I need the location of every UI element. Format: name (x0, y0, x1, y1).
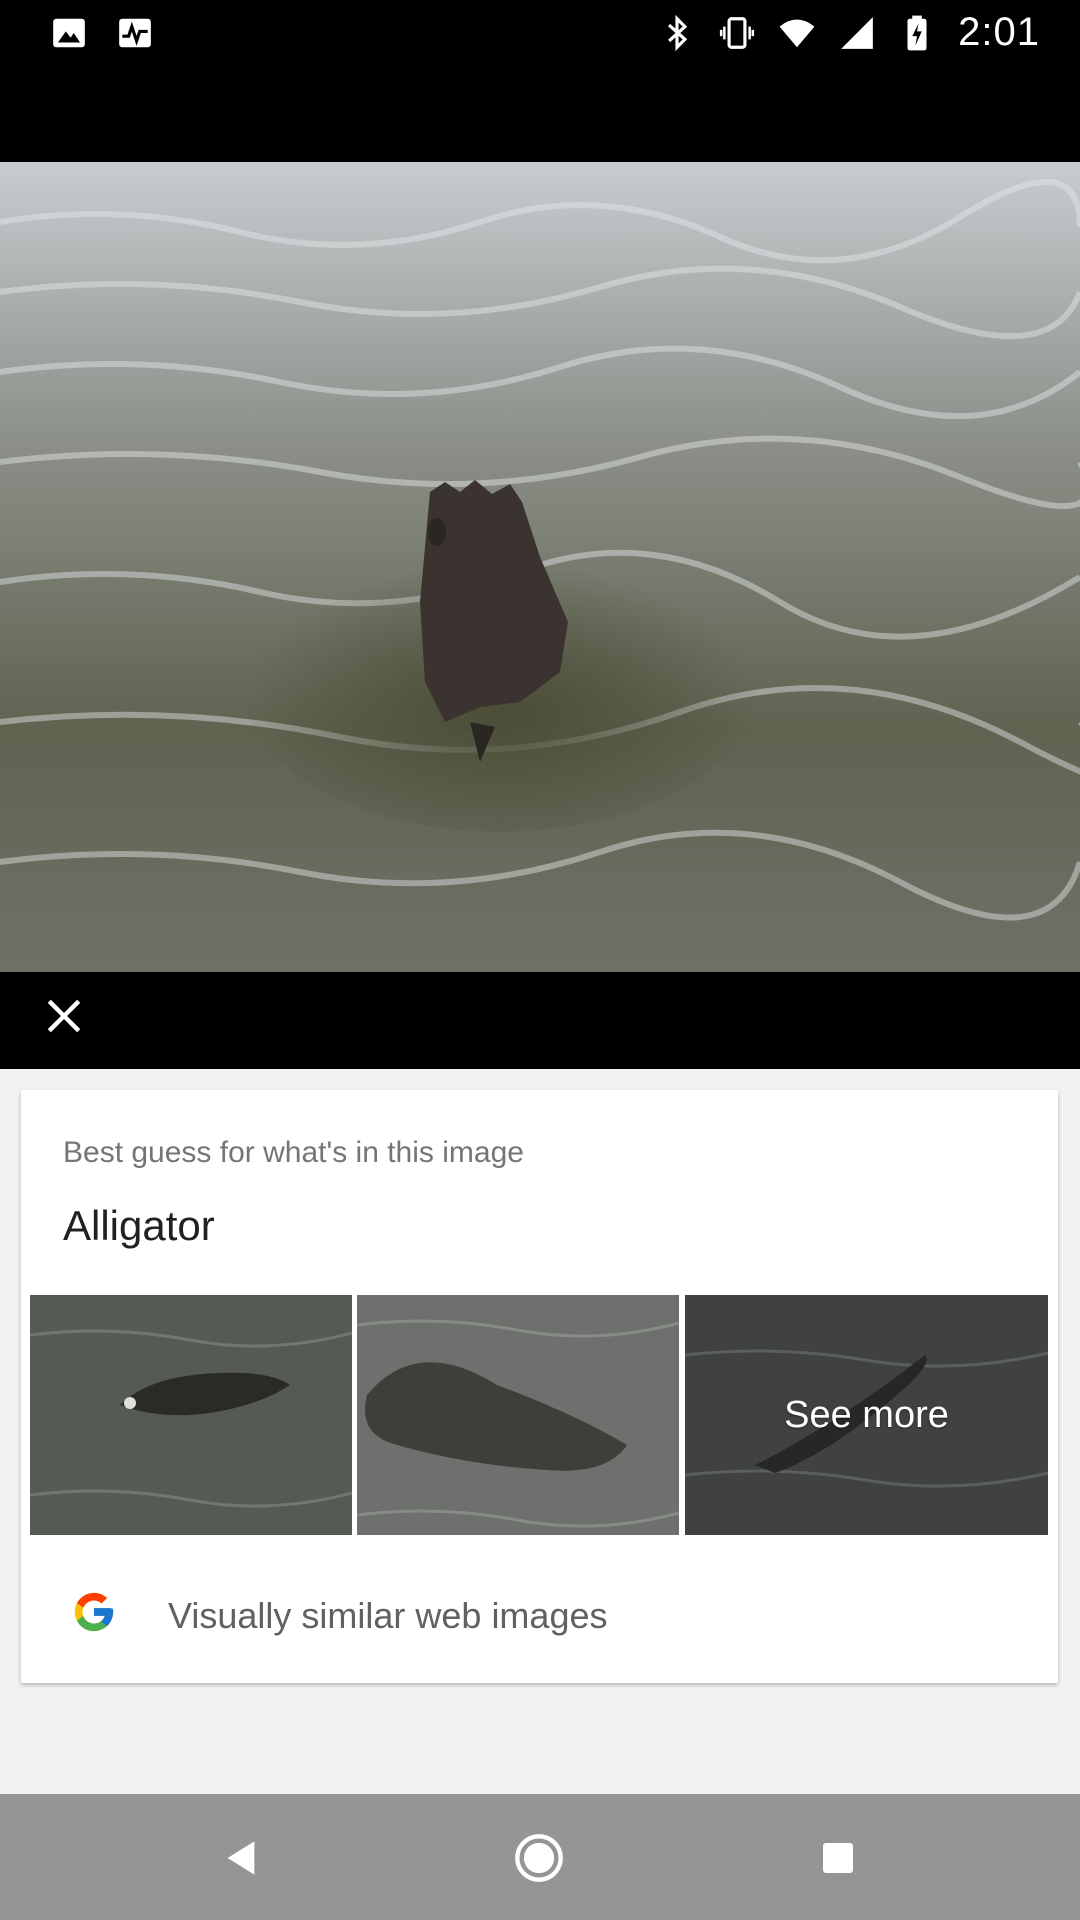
activity-notification-icon (119, 18, 151, 48)
best-guess-card: Best guess for what's in this image Alli… (21, 1090, 1058, 1683)
best-guess-title[interactable]: Alligator (63, 1202, 215, 1250)
close-icon (47, 999, 81, 1033)
status-clock: 2:01 (958, 10, 1040, 54)
visually-similar-label: Visually similar web images (168, 1595, 608, 1636)
back-icon (227, 1841, 255, 1875)
bluetooth-icon (668, 14, 688, 51)
close-button[interactable] (36, 988, 92, 1044)
viewer-top-band (0, 66, 1080, 162)
see-more-label[interactable]: See more (685, 1295, 1048, 1535)
navigation-bar (0, 1794, 1080, 1920)
back-button[interactable] (210, 1827, 272, 1889)
viewer-bottom-bar (0, 972, 1080, 1069)
searched-photo (0, 162, 1080, 972)
home-icon (515, 1834, 563, 1882)
cellular-signal-icon (841, 16, 873, 49)
wifi-icon (779, 19, 815, 47)
image-notification-icon (53, 18, 85, 48)
result-thumbnail[interactable] (30, 1295, 352, 1535)
vibrate-icon (720, 16, 755, 49)
home-button[interactable] (508, 1827, 570, 1889)
recents-button[interactable] (807, 1827, 869, 1889)
best-guess-caption: Best guess for what's in this image (63, 1136, 524, 1169)
recents-icon (823, 1843, 853, 1873)
visually-similar-row[interactable]: Visually similar web images (21, 1545, 1058, 1683)
result-thumbnails: See more (30, 1295, 1048, 1535)
see-more-thumbnail[interactable]: See more (685, 1295, 1048, 1535)
status-bar: 2:01 (0, 0, 1080, 66)
result-thumbnail[interactable] (357, 1295, 679, 1535)
battery-charging-icon (907, 15, 927, 50)
google-g-logo (74, 1592, 114, 1632)
